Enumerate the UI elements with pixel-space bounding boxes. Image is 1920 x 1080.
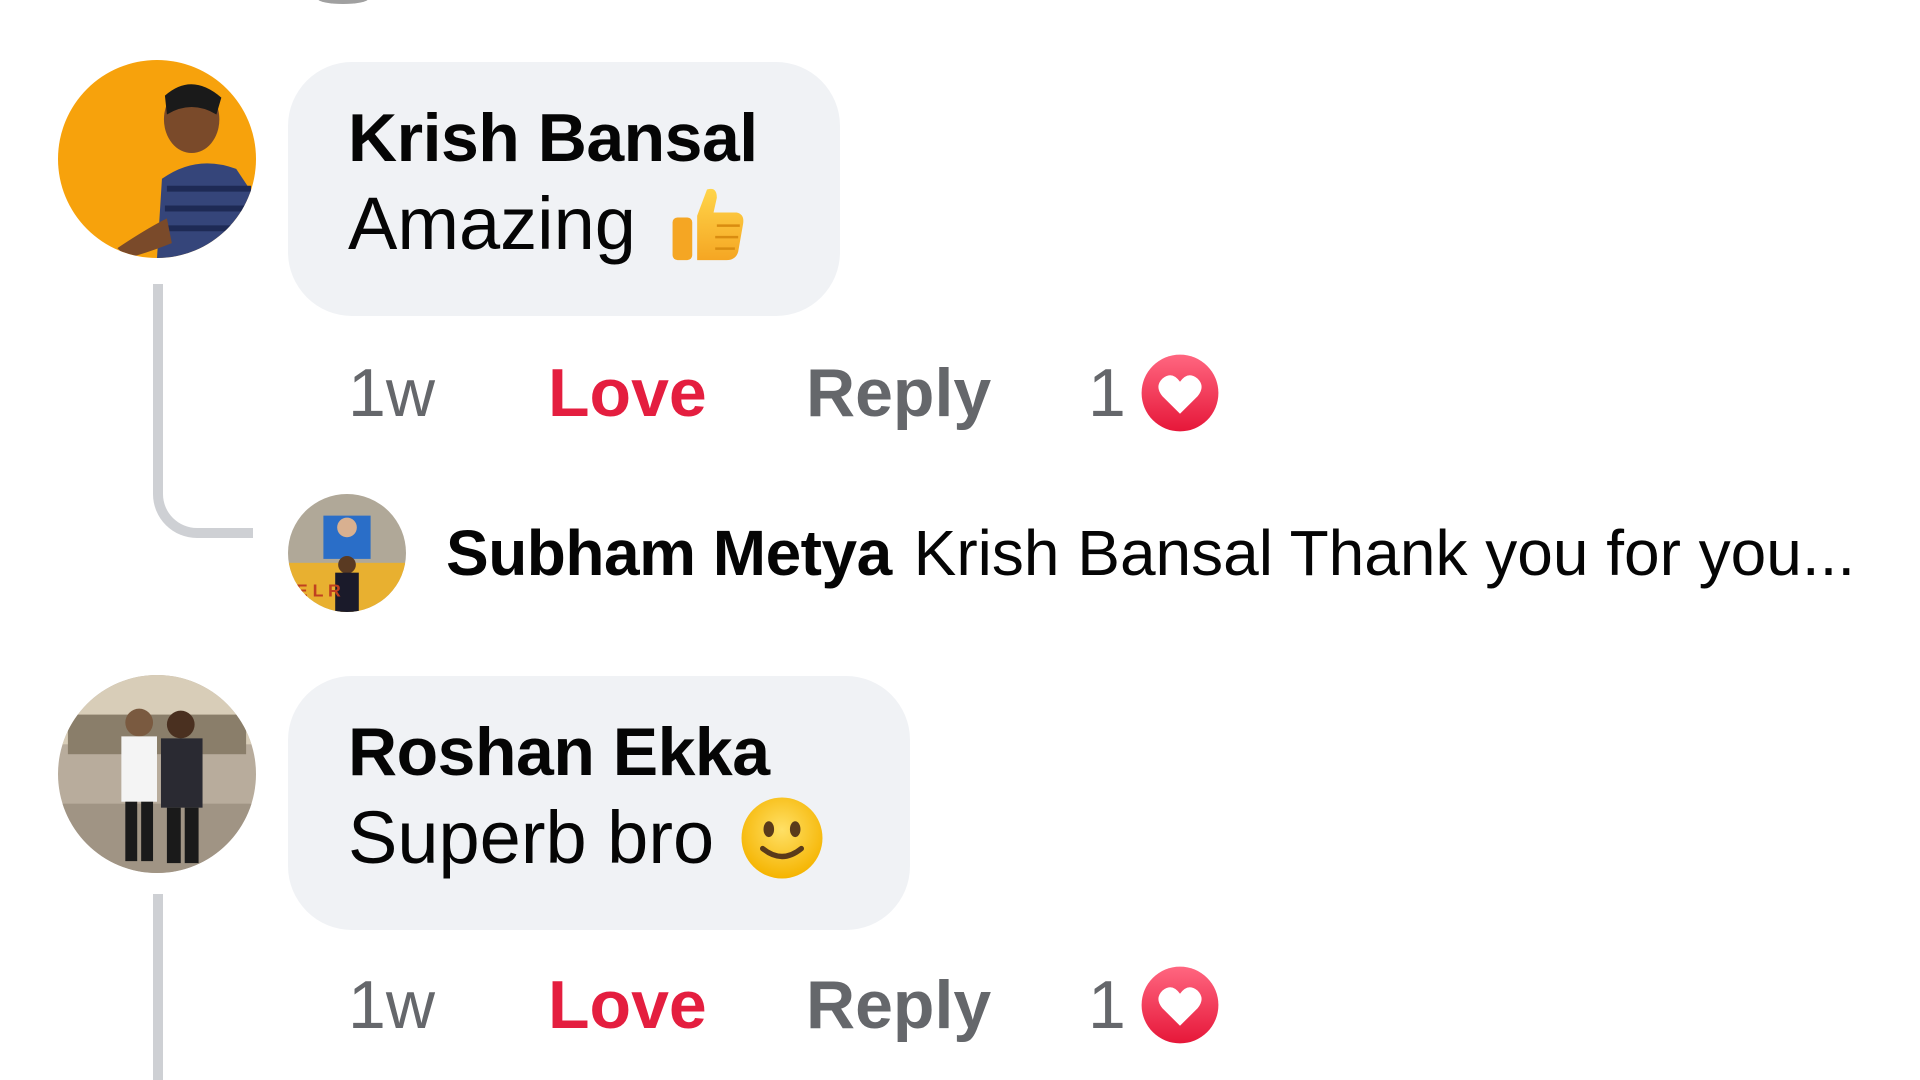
- love-reaction-button[interactable]: Love: [548, 966, 806, 1044]
- comment-bubble[interactable]: Krish Bansal Amazing: [288, 62, 840, 316]
- comment-bubble[interactable]: Roshan Ekka Superb bro: [288, 676, 910, 930]
- reaction-count[interactable]: 1: [1088, 966, 1126, 1044]
- avatar-krish-image: [58, 60, 256, 258]
- love-reaction-button[interactable]: Love: [548, 354, 806, 432]
- comment-timestamp[interactable]: 1w: [348, 966, 548, 1044]
- comment-timestamp[interactable]: 1w: [348, 354, 548, 432]
- comment-actions: 1w Love Reply 1: [348, 348, 1220, 438]
- avatar[interactable]: E L R: [288, 494, 406, 612]
- thumbs-up-icon: [666, 183, 748, 265]
- comment-text: Amazing: [348, 182, 636, 265]
- avatar[interactable]: [58, 60, 256, 258]
- avatar-roshan-image: [58, 675, 256, 873]
- smiling-face-icon: [738, 794, 826, 882]
- love-heart-icon[interactable]: [1140, 965, 1220, 1045]
- reaction-count[interactable]: 1: [1088, 354, 1126, 432]
- reply-button[interactable]: Reply: [806, 966, 1088, 1044]
- reply-author[interactable]: Subham Metya: [446, 516, 892, 590]
- previous-comment-edge: [318, 0, 368, 4]
- reply-preview[interactable]: E L R Subham Metya Krish Bansal Thank yo…: [288, 494, 1855, 612]
- comment-text: Superb bro: [348, 796, 715, 879]
- avatar-subham-image: E L R: [288, 494, 406, 612]
- love-heart-icon[interactable]: [1140, 353, 1220, 433]
- reply-text: Krish Bansal Thank you for you...: [913, 517, 1856, 589]
- comment-author[interactable]: Krish Bansal: [348, 100, 782, 176]
- reply-button[interactable]: Reply: [806, 354, 1088, 432]
- thread-line: [153, 894, 163, 1080]
- thread-line: [153, 284, 253, 538]
- svg-text:E L R: E L R: [296, 580, 341, 600]
- comment-author[interactable]: Roshan Ekka: [348, 714, 852, 790]
- avatar[interactable]: [58, 675, 256, 873]
- comment-actions: 1w Love Reply 1: [348, 960, 1220, 1050]
